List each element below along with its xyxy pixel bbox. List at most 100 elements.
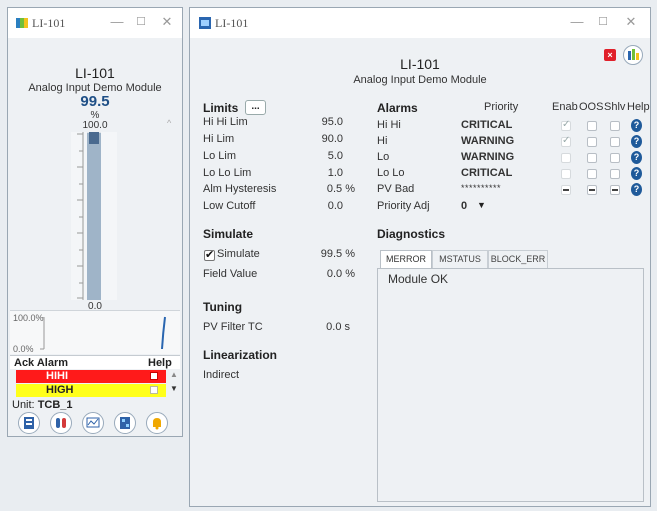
- trend-axis: [40, 317, 45, 350]
- close-button[interactable]: ✕: [156, 13, 178, 31]
- scale-high: 100.0: [82, 120, 108, 131]
- shelve-checkbox[interactable]: [610, 121, 620, 131]
- tab-merror[interactable]: MERROR: [380, 250, 432, 268]
- pv-bargraph: [71, 132, 117, 300]
- priority-adj-value[interactable]: 0: [461, 200, 467, 212]
- pv-filter-value[interactable]: 0.0 s: [300, 321, 350, 333]
- limit-label: Hi Lim: [203, 133, 235, 145]
- enable-checkbox[interactable]: [561, 119, 571, 131]
- faceplate-title: LI-101: [32, 16, 66, 30]
- enable-checkbox[interactable]: [561, 185, 571, 195]
- shelve-checkbox[interactable]: [610, 153, 620, 163]
- faceplate-icon[interactable]: [18, 412, 40, 434]
- alarm-label: HIGH: [46, 384, 74, 396]
- module-icon[interactable]: [114, 412, 136, 434]
- trend-low-label: 0.0%: [13, 344, 34, 354]
- tab-merror-label: MERROR: [386, 254, 426, 264]
- trend-high-label: 100.0%: [13, 313, 44, 323]
- alarm-header: Ack Alarm Help: [10, 355, 180, 369]
- priority-adj-label: Priority Adj: [377, 200, 430, 212]
- limit-value[interactable]: 0.5 %: [298, 183, 355, 195]
- limits-more-button[interactable]: ...: [245, 100, 266, 115]
- close-button[interactable]: ✕: [620, 13, 642, 31]
- limit-value[interactable]: 0.0: [298, 200, 343, 212]
- col-enab: Enab: [552, 101, 578, 113]
- limit-label: Lo Lim: [203, 150, 237, 162]
- mini-trend: 100.0% 0.0%: [10, 310, 180, 354]
- alarm-name: Hi: [377, 135, 388, 147]
- alarm-priority[interactable]: WARNING: [461, 151, 514, 163]
- minimize-button[interactable]: —: [106, 13, 128, 31]
- limit-label: Low Cutoff: [203, 200, 256, 212]
- detail-description: Analog Input Demo Module: [353, 74, 487, 86]
- help-icon[interactable]: ?: [631, 167, 642, 180]
- alarm-ack-icon: [150, 386, 158, 394]
- alarm-priority[interactable]: WARNING: [461, 135, 514, 147]
- dropdown-arrow-icon[interactable]: ▼: [477, 200, 486, 210]
- help-icon[interactable]: ?: [631, 119, 642, 132]
- limit-value[interactable]: 1.0: [298, 167, 343, 179]
- pv-value: 99.5: [80, 93, 110, 110]
- error-icon[interactable]: ×: [604, 49, 616, 61]
- diagnostics-message: Module OK: [388, 272, 449, 286]
- help-icon[interactable]: ?: [631, 151, 642, 164]
- alarm-row-hihi[interactable]: HIHI: [16, 370, 166, 383]
- limit-value[interactable]: 90.0: [298, 133, 343, 145]
- linearization-value: Indirect: [203, 369, 240, 381]
- faceplate-window: LI-101 — ☐ ✕ LI-101 Analog Input Demo Mo…: [7, 7, 183, 437]
- tab-block-err[interactable]: BLOCK_ERR: [488, 250, 548, 268]
- trend-icon[interactable]: [82, 412, 104, 434]
- scroll-down-icon[interactable]: ▼: [170, 384, 178, 393]
- tuning-header: Tuning: [203, 300, 243, 314]
- simulate-value[interactable]: 99.5 %: [290, 248, 355, 260]
- trend-chart-icon[interactable]: [623, 45, 643, 65]
- oos-checkbox[interactable]: [587, 121, 597, 131]
- enable-checkbox[interactable]: [561, 153, 571, 163]
- alarm-row-high[interactable]: HIGH: [16, 384, 166, 397]
- col-priority: Priority: [484, 101, 519, 113]
- alarm-priority[interactable]: CRITICAL: [461, 119, 512, 131]
- col-oos: OOS: [579, 101, 604, 113]
- limit-value[interactable]: 5.0: [298, 150, 343, 162]
- chevron-up-icon[interactable]: ^: [167, 118, 171, 128]
- col-shlv: Shlv: [604, 101, 626, 113]
- limit-value[interactable]: 95.0: [298, 116, 343, 128]
- minimize-button[interactable]: —: [566, 13, 588, 31]
- maximize-button[interactable]: ☐: [592, 13, 614, 31]
- tab-mstatus-label: MSTATUS: [439, 254, 481, 264]
- scroll-up-icon[interactable]: ▲: [170, 370, 178, 379]
- tab-block-err-label: BLOCK_ERR: [490, 254, 546, 264]
- maximize-button[interactable]: ☐: [130, 13, 152, 31]
- checkmark-icon: ✔: [205, 249, 215, 261]
- trend-line: [161, 316, 166, 350]
- shelve-checkbox[interactable]: [610, 169, 620, 179]
- linearization-header: Linearization: [203, 348, 278, 362]
- simulate-label: Simulate: [217, 248, 260, 260]
- field-value[interactable]: 0.0 %: [290, 268, 355, 280]
- ack-alarm-button[interactable]: Ack Alarm: [14, 357, 68, 369]
- help-icon[interactable]: ?: [631, 183, 642, 196]
- alarm-name: PV Bad: [377, 183, 415, 195]
- enable-checkbox[interactable]: [561, 169, 571, 179]
- detail-app-icon: [199, 17, 211, 29]
- help-icon[interactable]: ?: [631, 135, 642, 148]
- pv-filter-label: PV Filter TC: [203, 321, 263, 333]
- help-link[interactable]: Help: [148, 357, 172, 369]
- alarm-priority[interactable]: **********: [461, 183, 501, 193]
- alarm-priority[interactable]: CRITICAL: [461, 167, 512, 179]
- alarm-bell-icon[interactable]: [146, 412, 168, 434]
- oos-checkbox[interactable]: [587, 137, 597, 147]
- oos-checkbox[interactable]: [587, 169, 597, 179]
- shelve-checkbox[interactable]: [610, 185, 620, 195]
- oos-checkbox[interactable]: [587, 185, 597, 195]
- unit-label: Unit:: [12, 399, 35, 411]
- shelve-checkbox[interactable]: [610, 137, 620, 147]
- simulate-checkbox[interactable]: ✔: [204, 249, 215, 261]
- tab-mstatus[interactable]: MSTATUS: [432, 250, 488, 268]
- simulate-header: Simulate: [203, 227, 254, 241]
- diagnostics-tabs: MERROR MSTATUS BLOCK_ERR: [377, 248, 647, 268]
- detail-icon[interactable]: [50, 412, 72, 434]
- enable-checkbox[interactable]: [561, 135, 571, 147]
- col-help: Help: [627, 101, 650, 113]
- oos-checkbox[interactable]: [587, 153, 597, 163]
